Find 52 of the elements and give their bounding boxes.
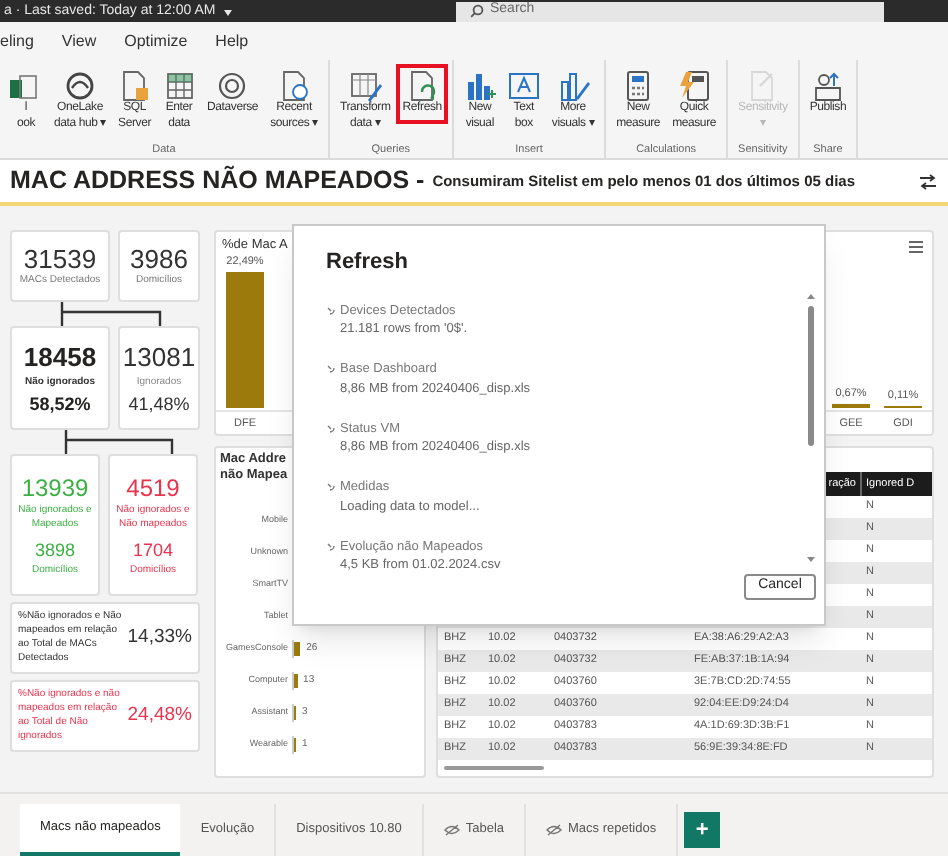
kpi-value: 13939 [21,473,89,501]
caret-icon [221,5,234,17]
spinner-icon [326,364,336,375]
kpi-percent: 41,48% [128,393,190,415]
kpi-value: 24,48% [127,701,192,730]
menu-item[interactable]: Optimize [124,29,188,53]
publish-icon [811,70,844,102]
excel-icon [10,70,42,102]
refresh-icon [406,70,439,102]
kpi-value: 1704 [132,537,174,561]
scroll-up-icon [805,291,815,299]
kpi-value: 3986 [130,244,188,274]
bar [226,272,264,408]
document-icon [118,70,151,102]
document-clock-icon [278,70,310,102]
table-icon [163,70,196,102]
menu-item[interactable]: eling [0,29,34,53]
eye-off-icon [546,824,562,836]
menu-icon [908,240,924,254]
bar [294,642,301,656]
spinner-icon [326,423,336,434]
document-icon [746,70,779,102]
menu-item[interactable]: Help [215,29,249,53]
kpi-value: 14,33% [127,623,192,652]
spinner-icon [326,305,336,316]
eye-off-icon [443,824,460,836]
dialog-title: Refresh [326,248,410,278]
table-pencil-icon [349,70,382,102]
kpi-value: 13081 [122,341,196,371]
spinner-icon [326,541,336,552]
scrollbar-thumb[interactable] [807,305,813,445]
page-title: MAC ADDRESS NÃO MAPEADOS - [10,163,425,199]
scrollbar[interactable] [804,291,816,563]
kpi-value: 31539 [23,244,97,274]
scrollbar-thumb[interactable] [444,766,544,770]
menu-item[interactable]: View [61,29,97,53]
kpi-percent: 58,52% [29,393,91,415]
arrows-icon [918,173,938,189]
swirl-icon [216,70,249,102]
spinner-icon [326,482,336,493]
chart-pencil-icon [557,70,589,102]
kpi-value: 4519 [126,473,180,501]
calculator-icon [622,70,655,102]
ring-icon [64,70,97,102]
bar-chart-icon [463,70,496,102]
lightning-calculator-icon [678,70,711,102]
kpi-value: 18458 [23,341,97,371]
bar [832,403,870,408]
search-icon [470,4,484,18]
kpi-value: 3898 [34,537,76,561]
text-box-icon [507,70,540,102]
add-page-button[interactable]: + [684,812,721,848]
